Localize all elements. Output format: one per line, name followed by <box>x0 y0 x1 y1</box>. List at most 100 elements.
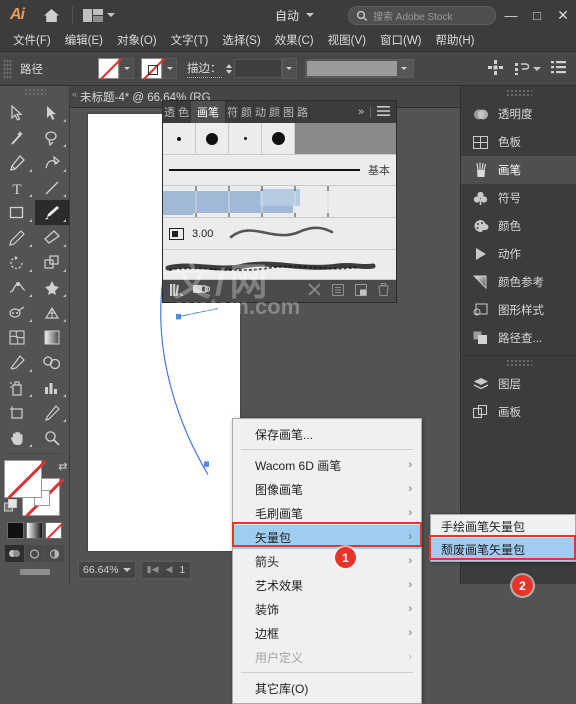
menu-item-object[interactable]: 对象(O) <box>110 30 164 52</box>
artboard-tool[interactable] <box>0 400 35 425</box>
stroke-profile-control[interactable] <box>304 58 414 79</box>
minimize-button[interactable]: — <box>498 0 524 30</box>
rotate-tool[interactable] <box>0 250 35 275</box>
align-icon[interactable] <box>480 59 511 78</box>
home-icon[interactable] <box>34 8 68 23</box>
menu-item-file[interactable]: 文件(F) <box>6 30 58 52</box>
slice-tool[interactable] <box>35 400 70 425</box>
collapse-icon[interactable]: « <box>72 89 77 99</box>
screen-mode-fullscreen[interactable] <box>45 545 64 562</box>
free-transform-tool[interactable] <box>35 275 70 300</box>
tools-panel-resize-handle[interactable] <box>19 569 50 575</box>
menu-item-wacom-6d-brushes[interactable]: Wacom 6D 画笔 › <box>233 453 421 477</box>
perspective-grid-tool[interactable] <box>35 300 70 325</box>
lasso-tool[interactable] <box>35 125 70 150</box>
menu-item-save-brushes[interactable]: 保存画笔... <box>233 422 421 446</box>
stock-search-field[interactable]: 搜索 Adobe Stock <box>348 6 496 25</box>
brush-basic-row[interactable]: 基本 <box>163 155 396 186</box>
menu-item-edit[interactable]: 编辑(E) <box>58 30 110 52</box>
none-fill-swatch[interactable] <box>98 58 119 79</box>
stroke-weight-dropdown[interactable] <box>281 58 297 79</box>
dock-item-color[interactable]: 颜色 <box>461 212 576 240</box>
transform-icon[interactable] <box>511 62 545 76</box>
menu-item-other-library[interactable]: 其它库(O) <box>233 676 421 700</box>
shape-builder-tool[interactable] <box>35 250 70 275</box>
tab-color[interactable]: 颜 <box>240 101 254 123</box>
default-fill-stroke-icon[interactable] <box>3 499 18 516</box>
stroke-profile-dropdown[interactable] <box>397 58 412 79</box>
brush-options-icon[interactable] <box>193 283 211 299</box>
dock-item-artboards[interactable]: 画板 <box>461 398 576 426</box>
screen-mode-fullscreen-menu[interactable] <box>25 545 44 562</box>
dock-grip[interactable] <box>505 89 532 98</box>
menu-item-effect[interactable]: 效果(C) <box>268 30 321 52</box>
column-graph-tool[interactable] <box>35 375 70 400</box>
artboard-number[interactable]: 1 <box>179 564 185 576</box>
line-segment-tool[interactable] <box>35 175 70 200</box>
new-brush-icon[interactable] <box>355 283 367 299</box>
stroke-dropdown-button[interactable] <box>162 58 177 79</box>
stroke-weight-input[interactable] <box>233 59 282 78</box>
submenu-item-grunge-brushes-vector-pack[interactable]: 颓废画笔矢量包 <box>431 538 575 561</box>
auto-mode-dropdown[interactable]: 自动 <box>275 0 315 30</box>
menu-item-arrows[interactable]: 箭头 › <box>233 549 421 573</box>
zoom-level-control[interactable]: 66.64% <box>78 560 136 579</box>
tab-brushes[interactable]: 画笔 <box>191 101 226 123</box>
tab-color-guide[interactable]: 颜 <box>268 101 282 123</box>
dock-item-graphic-styles[interactable]: 图形样式 <box>461 296 576 324</box>
curvature-tool[interactable] <box>35 150 70 175</box>
color-mode-color[interactable] <box>7 522 24 539</box>
menu-item-type[interactable]: 文字(T) <box>164 30 216 52</box>
selection-tool[interactable] <box>0 100 35 125</box>
screen-mode-normal[interactable] <box>5 545 24 562</box>
delete-brush-icon[interactable] <box>378 283 389 299</box>
panel-menu-icon[interactable] <box>377 105 390 119</box>
menu-item-borders[interactable]: 边框 › <box>233 621 421 645</box>
fill-none-swatch[interactable] <box>3 460 42 498</box>
brush-size-row[interactable]: 3.00 <box>163 218 396 250</box>
artboard-navigation[interactable]: ▮◀ ◀ 1 <box>140 560 192 579</box>
dock-item-layers[interactable]: 图层 <box>461 370 576 398</box>
brush-thumbnail[interactable] <box>163 123 196 154</box>
dock-item-symbols[interactable]: 符号 <box>461 184 576 212</box>
stroke-weight-label[interactable]: 描边： <box>187 60 222 78</box>
width-tool[interactable] <box>0 275 35 300</box>
tab-swatches[interactable]: 色 <box>177 101 191 123</box>
menu-item-bristle-brushes[interactable]: 毛刷画笔 › <box>233 501 421 525</box>
first-artboard-icon[interactable]: ▮◀ <box>147 564 159 575</box>
color-mode-none[interactable] <box>45 522 62 539</box>
zoom-tool[interactable] <box>35 425 70 450</box>
menu-item-help[interactable]: 帮助(H) <box>429 30 482 52</box>
brush-charcoal-row[interactable] <box>163 250 396 280</box>
direct-selection-tool[interactable] <box>35 100 70 125</box>
dock-grip-2[interactable] <box>505 359 532 368</box>
none-stroke-swatch[interactable] <box>141 58 162 79</box>
menu-item-image-brushes[interactable]: 图像画笔 › <box>233 477 421 501</box>
gradient-tool[interactable] <box>35 325 70 350</box>
arrange-documents-icon[interactable] <box>77 8 121 22</box>
brush-thumbnail[interactable] <box>196 123 229 154</box>
menu-item-view[interactable]: 视图(V) <box>321 30 373 52</box>
tab-pathfinder[interactable]: 路 <box>296 101 310 123</box>
fill-control[interactable] <box>98 58 134 79</box>
brush-options-panel-icon[interactable] <box>332 283 344 299</box>
dock-item-swatches[interactable]: 色板 <box>461 128 576 156</box>
tab-transparency[interactable]: 透 <box>163 101 177 123</box>
brush-thumbnail[interactable] <box>262 123 295 154</box>
tab-symbols[interactable]: 符 <box>226 101 240 123</box>
pencil-tool[interactable] <box>0 225 35 250</box>
prev-artboard-icon[interactable]: ◀ <box>166 564 173 575</box>
symbol-sprayer-tool[interactable] <box>0 375 35 400</box>
maximize-button[interactable]: □ <box>524 0 550 30</box>
tab-actions[interactable]: 动 <box>254 101 268 123</box>
menu-item-vector-packs[interactable]: 矢量包 › <box>233 525 421 549</box>
menu-item-select[interactable]: 选择(S) <box>215 30 267 52</box>
brush-thumbnail[interactable] <box>229 123 262 154</box>
magic-wand-tool[interactable] <box>0 125 35 150</box>
hand-tool[interactable] <box>0 425 35 450</box>
stroke-weight-stepper[interactable] <box>225 63 232 74</box>
menu-item-window[interactable]: 窗口(W) <box>373 30 429 52</box>
menu-item-decorative[interactable]: 装饰 › <box>233 597 421 621</box>
tools-panel-grip[interactable] <box>23 88 46 97</box>
brush-art-row[interactable] <box>163 186 396 218</box>
